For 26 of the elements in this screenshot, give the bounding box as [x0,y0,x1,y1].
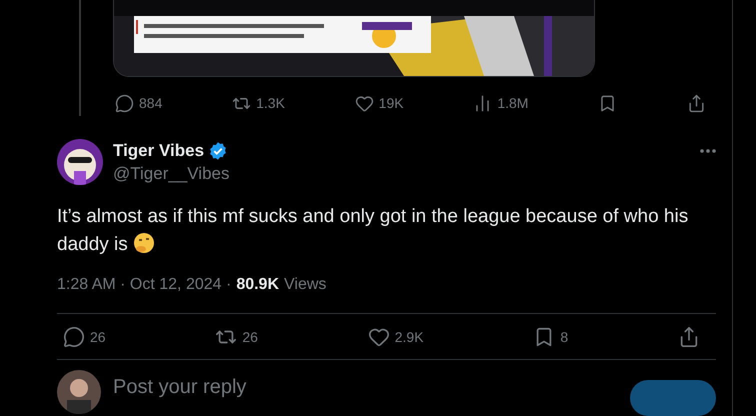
reply-icon [63,326,85,348]
views-count: 80.9K [236,276,280,294]
reply-button[interactable] [630,380,716,416]
timestamp[interactable]: 1:28 AM · Oct 12, 2024 · [57,276,232,294]
avatar [57,370,101,414]
reply-button[interactable]: 884 [115,94,162,112]
like-button[interactable]: 2.9K [368,326,424,348]
reply-icon [115,94,134,112]
views-button[interactable]: 1.8M [473,94,528,112]
more-icon [700,149,716,153]
reply-button[interactable]: 26 [63,326,106,348]
share-icon [686,94,706,112]
avatar[interactable] [57,139,103,185]
views-label: Views [284,276,326,294]
author-name[interactable]: Tiger Vibes [113,141,204,161]
reply-field[interactable]: Post your reply [113,370,618,399]
repost-button[interactable]: 1.3K [232,94,285,112]
tweet-text: It’s almost as if this mf sucks and only got in the league because of who his daddy is [57,205,690,257]
like-button[interactable]: 19K [354,94,404,112]
more-button[interactable] [700,149,716,153]
share-button[interactable] [686,94,706,112]
author-handle[interactable]: @Tiger__Vibes [113,164,700,184]
thinking-emoji-icon [132,232,155,254]
bookmark-button[interactable]: 8 [533,326,568,348]
repost-button[interactable]: 26 [215,326,258,348]
like-icon [354,94,374,112]
